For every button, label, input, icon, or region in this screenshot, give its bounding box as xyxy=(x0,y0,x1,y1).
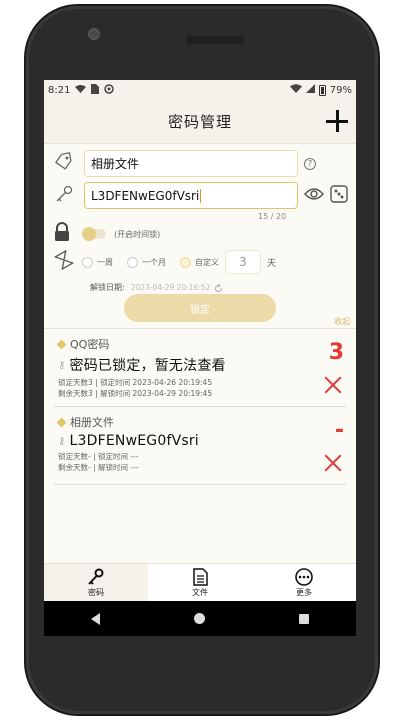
key-icon xyxy=(54,184,78,208)
nav-tab-more[interactable]: 更多 xyxy=(252,564,356,601)
tag-icon xyxy=(54,151,78,176)
hourglass-icon xyxy=(53,249,78,274)
remaining-days-badge: - xyxy=(334,418,344,443)
entry-lock-info: 锁定天数3 | 锁定时间 2023-04-26 20:19:45 xyxy=(58,378,213,387)
timelock-label: (开启时间锁) xyxy=(114,229,161,239)
nav-label: 文件 xyxy=(192,587,208,597)
delete-button[interactable] xyxy=(324,376,342,394)
period-week-radio[interactable] xyxy=(82,256,93,268)
status-bar: 8:21 79% xyxy=(44,80,356,100)
camera xyxy=(88,28,100,40)
tag-icon xyxy=(56,339,67,349)
custom-days-input[interactable]: 3 xyxy=(225,250,261,274)
entry-lock-info: 锁定天数- | 锁定时间 --- xyxy=(58,452,139,461)
key-icon xyxy=(87,568,105,586)
period-week-label: 一周 xyxy=(97,257,113,267)
period-custom-label: 自定义 xyxy=(195,257,219,267)
name-row: 相册文件 ? xyxy=(54,150,316,177)
entry-password: 密码已锁定，暂无法查看 xyxy=(69,358,226,374)
period-month-radio[interactable] xyxy=(127,256,138,268)
custom-days-value: 3 xyxy=(239,255,247,269)
tag-icon xyxy=(56,417,67,427)
entry-name-row: 相册文件 xyxy=(56,414,348,430)
entry-password: L3DFENwEG0fVsri xyxy=(69,433,199,449)
dice-icon[interactable] xyxy=(330,184,348,207)
help-icon[interactable]: ? xyxy=(304,157,316,170)
nav-label: 更多 xyxy=(296,587,312,597)
name-field-value: 相册文件 xyxy=(91,157,140,171)
entry-unlock-info: 剩余天数- | 解锁时间 --- xyxy=(58,463,139,472)
section-divider xyxy=(44,328,356,329)
speaker xyxy=(186,36,244,44)
file-icon xyxy=(192,567,208,586)
key-icon: ⚷ xyxy=(58,435,66,447)
home-icon[interactable] xyxy=(194,613,205,624)
entry-divider xyxy=(54,484,346,485)
cell-signal-icon xyxy=(305,84,315,96)
system-nav-bar xyxy=(44,601,356,636)
page-title: 密码管理 xyxy=(167,113,232,131)
wifi-signal-icon xyxy=(289,84,302,96)
entry-password-row: ⚷ L3DFENwEG0fVsri xyxy=(58,433,348,449)
remaining-days-badge: 3 xyxy=(328,340,344,365)
delete-button[interactable] xyxy=(324,454,342,472)
key-icon: ⚷ xyxy=(58,359,66,371)
entry-name: QQ密码 xyxy=(70,338,110,351)
entry-name: 相册文件 xyxy=(70,416,114,429)
char-counter: 15 / 20 xyxy=(258,212,287,221)
app-header: 密码管理 xyxy=(44,100,356,144)
bottom-nav: 密码 文件 更多 xyxy=(44,563,356,601)
unlock-date-label: 解锁日期: xyxy=(90,283,125,292)
period-custom-radio[interactable] xyxy=(180,256,191,268)
password-entry[interactable]: 相册文件 ⚷ L3DFENwEG0fVsri 锁定天数- | 锁定时间 --- … xyxy=(56,414,348,482)
recents-icon[interactable] xyxy=(299,613,309,624)
days-unit: 天 xyxy=(267,258,277,269)
more-icon xyxy=(295,567,313,586)
lock-icon xyxy=(54,222,78,246)
password-entry[interactable]: QQ密码 ⚷ 密码已锁定，暂无法查看 锁定天数3 | 锁定时间 2023-04-… xyxy=(56,336,348,404)
entry-divider xyxy=(54,406,346,407)
sim-icon xyxy=(91,83,100,97)
period-month-label: 一个月 xyxy=(142,257,166,267)
password-field-value: L3DFENwEG0fVsri xyxy=(91,188,200,203)
status-time: 8:21 xyxy=(48,84,71,96)
lock-button[interactable]: 锁定 xyxy=(124,294,276,322)
entry-name-row: QQ密码 xyxy=(56,336,348,352)
nav-tab-files[interactable]: 文件 xyxy=(148,564,252,601)
nav-label: 密码 xyxy=(88,587,104,597)
text-caret xyxy=(200,188,202,203)
nav-tab-password[interactable]: 密码 xyxy=(44,564,148,601)
period-row: 一周 一个月 自定义 3 天 xyxy=(53,249,277,274)
entry-unlock-info: 剩余天数3 | 解锁时间 2023-04-29 20:19:45 xyxy=(58,389,213,398)
timelock-row: (开启时间锁) xyxy=(54,222,160,246)
password-row: L3DFENwEG0fVsri xyxy=(54,182,348,209)
password-field[interactable]: L3DFENwEG0fVsri xyxy=(84,182,298,209)
eye-icon[interactable] xyxy=(304,186,324,205)
back-icon[interactable] xyxy=(91,612,100,625)
battery-icon xyxy=(318,84,326,96)
entry-password-row: ⚷ 密码已锁定，暂无法查看 xyxy=(58,355,348,375)
collapse-link[interactable]: 收起 xyxy=(334,316,350,327)
sync-icon xyxy=(104,83,115,97)
unlock-date-value: 2023-04-29 20:16:52 xyxy=(130,283,211,292)
name-field[interactable]: 相册文件 xyxy=(84,150,298,177)
add-button[interactable] xyxy=(324,108,350,134)
app-screen: 8:21 79% 密码管理 相册文件 ? L3DFENwEG0fVsri 15 … xyxy=(44,80,356,636)
wifi-status-icon xyxy=(75,84,87,96)
battery-level: 79% xyxy=(329,84,352,96)
timelock-toggle[interactable] xyxy=(82,227,106,241)
